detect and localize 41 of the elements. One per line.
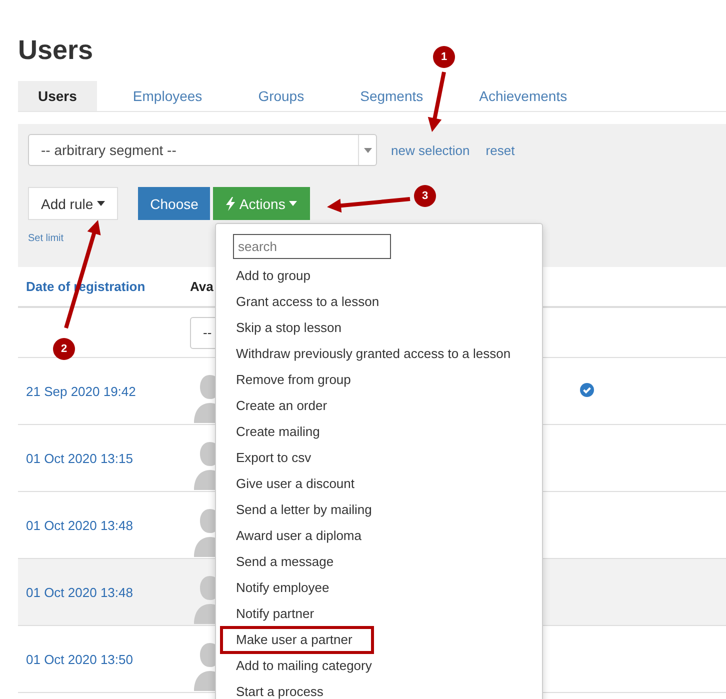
tab[interactable]: Employees	[112, 81, 222, 111]
lightning-icon	[226, 196, 236, 210]
annotation-badge: 2	[53, 338, 75, 360]
tab[interactable]: Groups	[238, 81, 324, 111]
tab[interactable]: Users	[18, 81, 97, 111]
caret-icon	[364, 148, 372, 152]
menu-item[interactable]: Grant access to a lesson	[216, 289, 542, 315]
set-limit-link[interactable]: Set limit	[28, 233, 64, 244]
link[interactable]: new selection	[391, 142, 470, 158]
add-rule-button[interactable]: Add rule	[28, 187, 118, 220]
date-link[interactable]: 01 Oct 2020 13:48	[18, 518, 192, 532]
annotation-badge: 1	[433, 46, 455, 68]
menu-item[interactable]: Award user a diploma	[216, 523, 542, 549]
annotation-arrow	[428, 72, 446, 132]
tab[interactable]: Segments	[340, 81, 444, 111]
menu-item[interactable]: Remove from group	[216, 367, 542, 393]
menu-item[interactable]: Export to csv	[216, 445, 542, 471]
menu-item[interactable]: Give user a discount	[216, 471, 542, 497]
page-title: Users	[18, 34, 94, 67]
date-link[interactable]: 01 Oct 2020 13:50	[18, 652, 192, 666]
menu-item[interactable]: Add to group	[216, 263, 542, 289]
menu-item[interactable]: Send a letter by mailing	[216, 497, 542, 523]
date-link[interactable]: 01 Oct 2020 13:48	[18, 584, 192, 600]
link[interactable]: reset	[486, 142, 515, 158]
menu-item[interactable]: Create an order	[216, 393, 542, 419]
caret-icon	[289, 201, 298, 206]
menu-item[interactable]: Notify employee	[216, 575, 542, 601]
menu-item[interactable]: Notify partner	[216, 601, 542, 627]
search-field[interactable]: search	[233, 234, 391, 259]
date-link[interactable]: 01 Oct 2020 13:15	[18, 450, 192, 466]
column-header: Ava	[190, 279, 214, 294]
menu-item[interactable]: Start a process	[216, 679, 542, 699]
caret-icon	[97, 201, 106, 206]
menu-item[interactable]: Make user a partner	[221, 627, 373, 653]
menu-item[interactable]: Add to mailing category	[216, 653, 542, 679]
segment-select[interactable]: -- arbitrary segment --	[28, 134, 377, 166]
tab[interactable]: Achievements	[459, 81, 588, 111]
menu-item[interactable]: Send a message	[216, 549, 542, 575]
choose-button[interactable]: Choose	[138, 187, 210, 220]
menu-item[interactable]: Create mailing	[216, 419, 542, 445]
date-link[interactable]: 21 Sep 2020 19:42	[18, 384, 192, 398]
